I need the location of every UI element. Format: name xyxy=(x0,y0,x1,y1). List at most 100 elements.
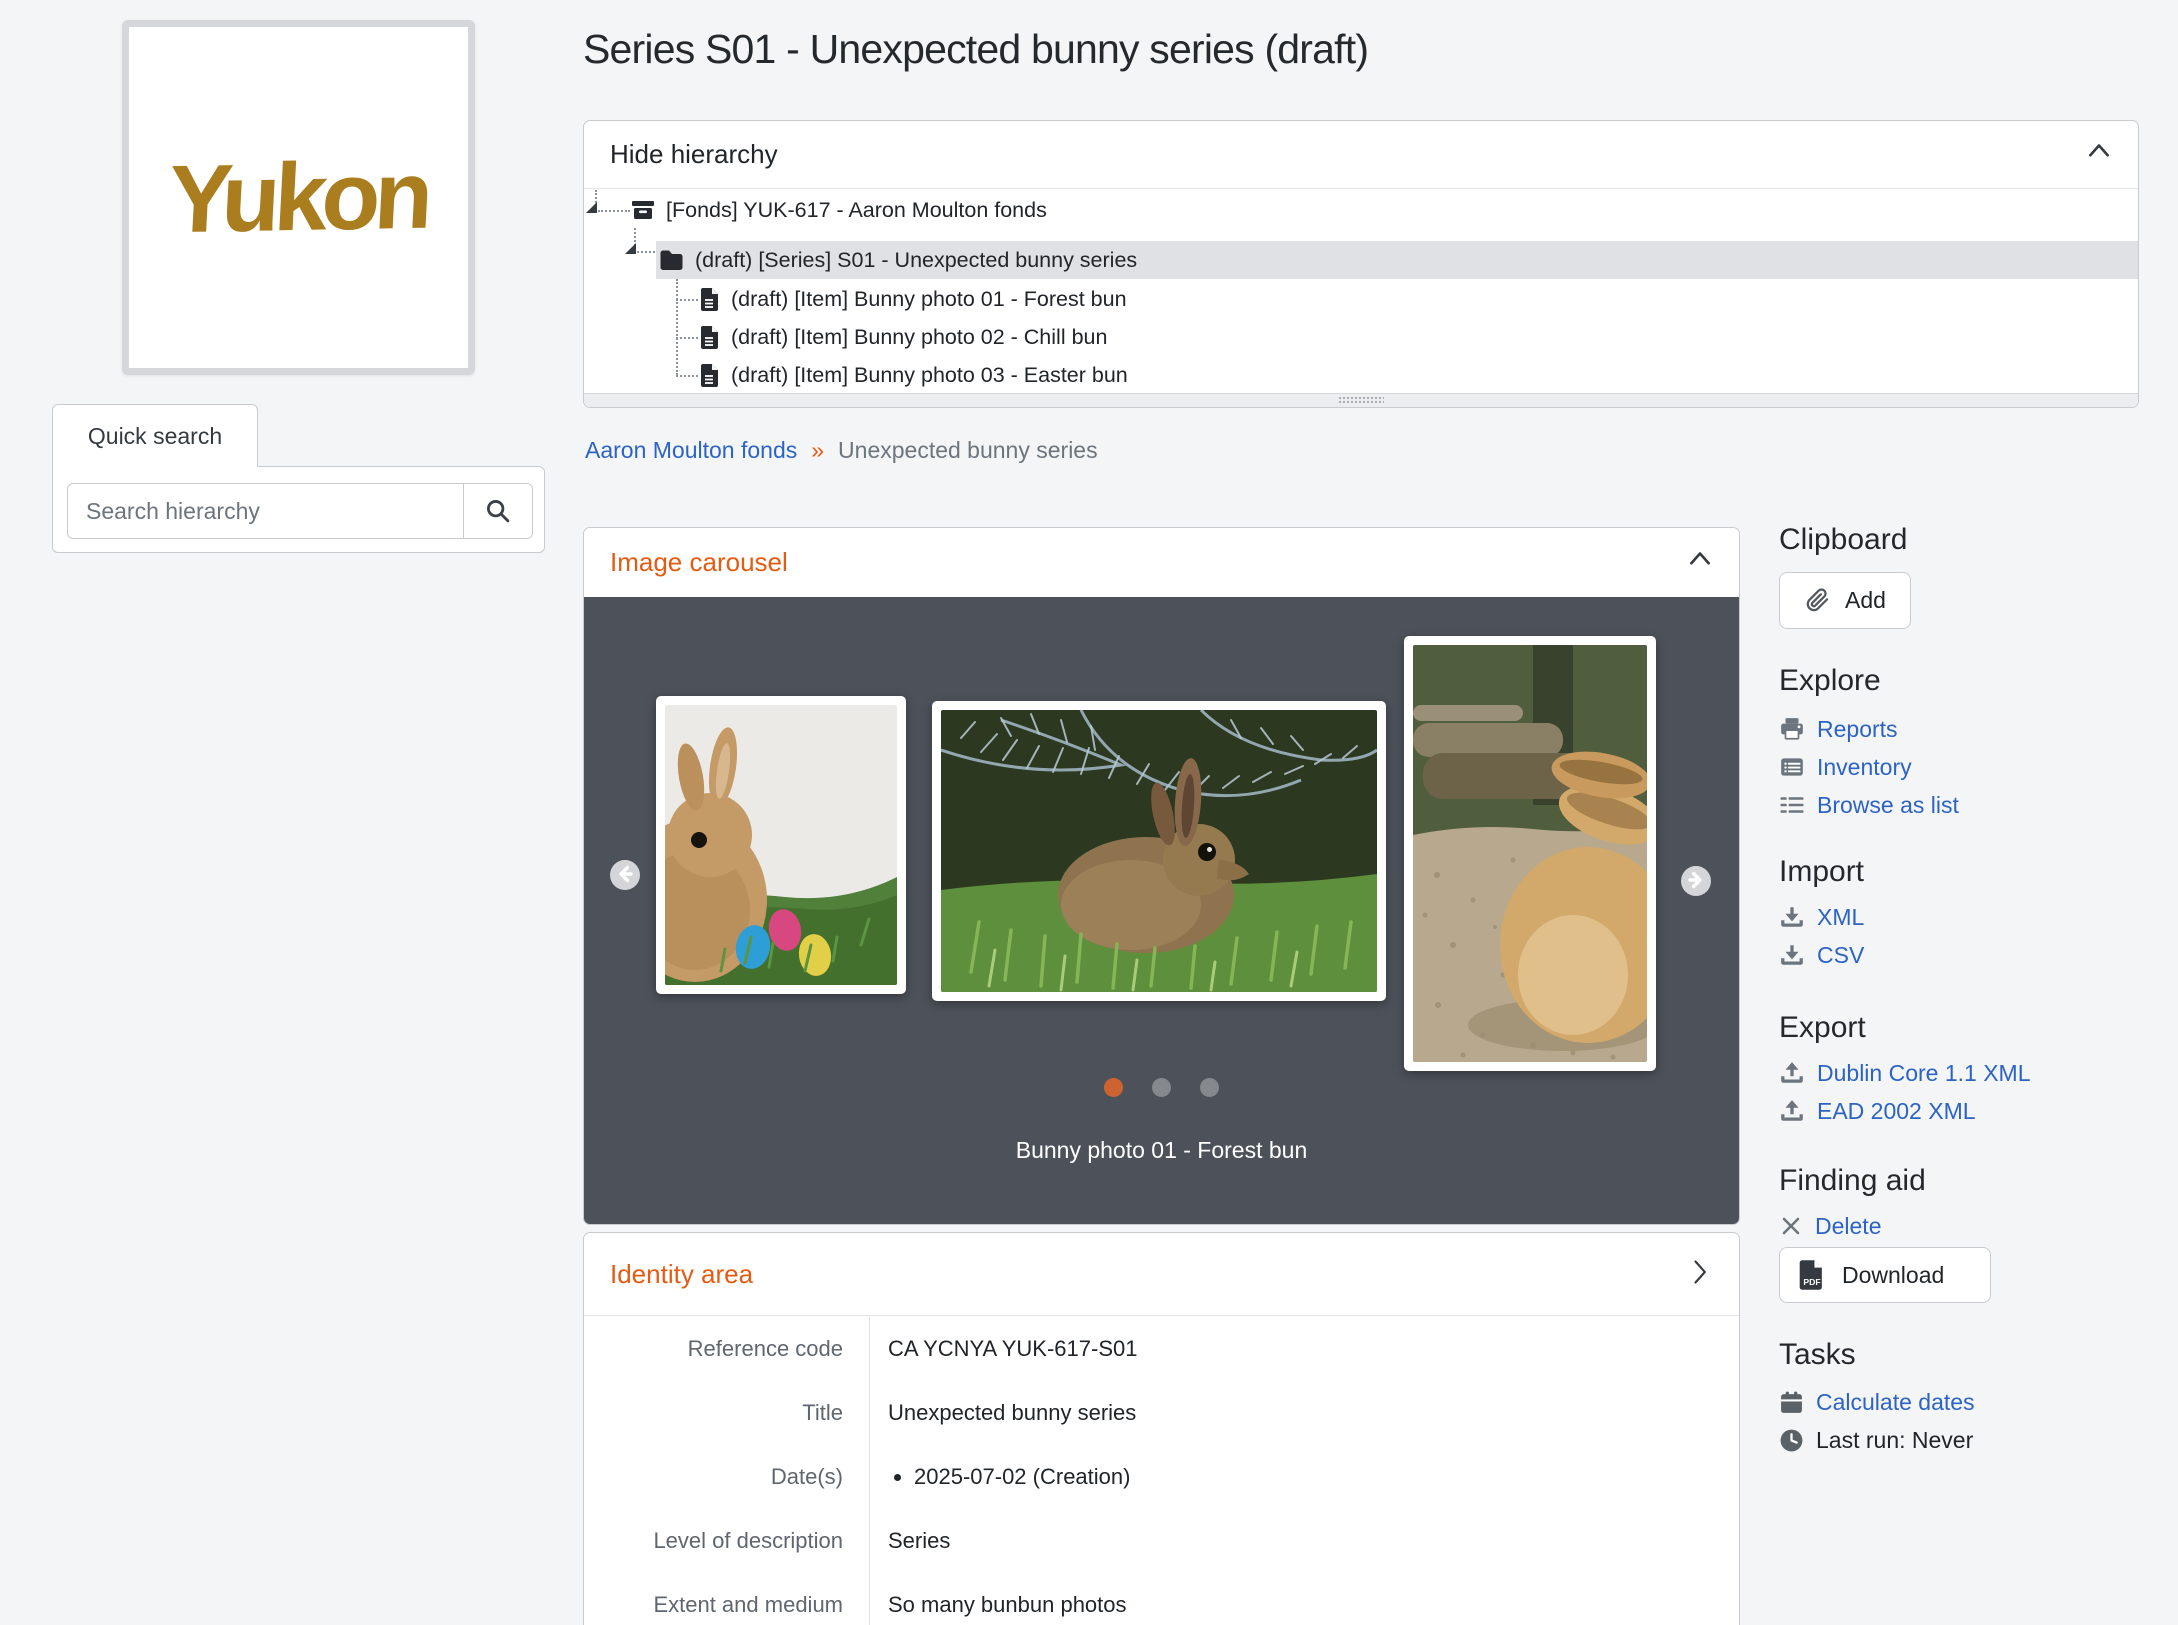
file-icon xyxy=(700,363,720,388)
quick-search-tab-label: Quick search xyxy=(88,423,222,450)
calculate-dates-link[interactable]: Calculate dates xyxy=(1816,1389,1975,1416)
tree-node-fonds[interactable]: [Fonds] YUK-617 - Aaron Moulton fonds xyxy=(631,191,1047,229)
identity-area-toggle[interactable]: Identity area xyxy=(584,1233,1739,1316)
carousel-next-button[interactable] xyxy=(1681,866,1711,896)
carousel-slide-easter-bunny[interactable] xyxy=(656,696,906,994)
hierarchy-treeview: [Fonds] YUK-617 - Aaron Moulton fonds (d… xyxy=(584,190,2138,395)
download-icon xyxy=(1779,904,1805,930)
table-row: Extent and medium So many bunbun photos xyxy=(584,1573,1739,1625)
file-icon xyxy=(700,287,720,312)
tasks-calculate-dates[interactable]: Calculate dates xyxy=(1779,1383,2159,1421)
identity-table: Reference code CA YCNYA YUK-617-S01 Titl… xyxy=(584,1317,1739,1625)
page-title: Series S01 - Unexpected bunny series (dr… xyxy=(583,26,1740,73)
carousel-slide-rear-bunny[interactable] xyxy=(1404,636,1656,1071)
treeview-resize-handle[interactable] xyxy=(584,393,2138,407)
tree-connector xyxy=(676,299,698,301)
import-xml-link[interactable]: XML xyxy=(1817,904,1864,931)
calendar-icon xyxy=(1779,1390,1804,1415)
tree-node-label: [Fonds] YUK-617 - Aaron Moulton fonds xyxy=(666,198,1047,223)
import-heading: Import xyxy=(1779,854,2159,890)
import-csv[interactable]: CSV xyxy=(1779,936,2159,974)
import-csv-link[interactable]: CSV xyxy=(1817,942,1864,969)
chevron-right-icon xyxy=(1685,1258,1713,1291)
tab-quick-search[interactable]: Quick search xyxy=(52,404,258,467)
carousel-dot-3[interactable] xyxy=(1200,1078,1219,1097)
upload-icon xyxy=(1779,1060,1805,1086)
grip-icon xyxy=(1338,396,1384,405)
hide-hierarchy-label: Hide hierarchy xyxy=(610,139,778,170)
explore-heading: Explore xyxy=(1779,663,2159,699)
institution-logo-link[interactable]: Yukon xyxy=(122,20,475,375)
pdf-file-icon: PDF xyxy=(1798,1259,1826,1291)
reports-link[interactable]: Reports xyxy=(1817,716,1898,743)
tree-node-series[interactable]: (draft) [Series] S01 - Unexpected bunny … xyxy=(659,241,1137,279)
tree-node-item[interactable]: (draft) [Item] Bunny photo 01 - Forest b… xyxy=(700,280,1127,318)
add-button-label: Add xyxy=(1845,587,1886,614)
tree-node-item[interactable]: (draft) [Item] Bunny photo 03 - Easter b… xyxy=(700,356,1128,394)
date-value: 2025-07-02 (Creation) xyxy=(914,1464,1130,1490)
explore-browse-as-list[interactable]: Browse as list xyxy=(1779,786,2159,824)
hide-hierarchy-toggle[interactable]: Hide hierarchy xyxy=(584,121,2138,189)
carousel-prev-button[interactable] xyxy=(610,860,640,890)
download-icon xyxy=(1779,942,1805,968)
field-label: Reference code xyxy=(584,1336,869,1362)
tree-expander-open[interactable] xyxy=(586,202,597,213)
field-label: Title xyxy=(584,1400,869,1426)
table-row: Title Unexpected bunny series xyxy=(584,1381,1739,1445)
arrow-right-circle-icon xyxy=(1681,865,1711,898)
carousel-slide-forest-bunny[interactable] xyxy=(932,701,1386,1001)
upload-icon xyxy=(1779,1098,1805,1124)
table-row: Reference code CA YCNYA YUK-617-S01 xyxy=(584,1317,1739,1381)
field-value: Unexpected bunny series xyxy=(869,1381,1739,1445)
breadcrumb-current: Unexpected bunny series xyxy=(838,437,1098,464)
hierarchy-panel: Hide hierarchy xyxy=(583,120,2139,408)
yukon-logo: Yukon xyxy=(166,140,430,254)
clock-icon xyxy=(1779,1428,1804,1453)
explore-reports[interactable]: Reports xyxy=(1779,710,2159,748)
carousel-caption: Bunny photo 01 - Forest bun xyxy=(584,1137,1739,1164)
inventory-card-icon xyxy=(1779,754,1805,780)
explore-inventory[interactable]: Inventory xyxy=(1779,748,2159,786)
clipboard-add-button[interactable]: Add xyxy=(1779,572,1911,629)
breadcrumb-separator: » xyxy=(811,437,824,464)
list-icon xyxy=(1779,792,1805,818)
carousel-stage: Bunny photo 01 - Forest bun xyxy=(584,597,1739,1224)
folder-icon xyxy=(659,249,684,271)
download-button-label: Download xyxy=(1842,1262,1944,1289)
finding-aid-delete[interactable]: Delete xyxy=(1779,1207,2159,1245)
field-label: Date(s) xyxy=(584,1464,869,1490)
export-ead-link[interactable]: EAD 2002 XML xyxy=(1817,1098,1976,1125)
browse-as-list-link[interactable]: Browse as list xyxy=(1817,792,1959,819)
image-carousel-panel: Image carousel xyxy=(583,527,1740,1225)
atom-archival-description-page: Yukon Quick search Series S01 - Unexpect… xyxy=(0,0,2178,1625)
paperclip-icon xyxy=(1804,587,1831,614)
file-icon xyxy=(700,325,720,350)
table-row: Level of description Series xyxy=(584,1509,1739,1573)
tree-connector xyxy=(637,251,655,253)
inventory-link[interactable]: Inventory xyxy=(1817,754,1912,781)
tree-expander-open[interactable] xyxy=(625,243,636,254)
search-button[interactable] xyxy=(463,484,532,538)
carousel-dot-1[interactable] xyxy=(1104,1078,1123,1097)
field-value: CA YCNYA YUK-617-S01 xyxy=(869,1317,1739,1381)
search-icon xyxy=(484,497,512,525)
export-dublin-core[interactable]: Dublin Core 1.1 XML xyxy=(1779,1054,2159,1092)
search-input[interactable] xyxy=(68,484,463,538)
tasks-last-run: Last run: Never xyxy=(1779,1421,2159,1459)
tree-node-label: (draft) [Item] Bunny photo 02 - Chill bu… xyxy=(731,325,1107,350)
printer-icon xyxy=(1779,716,1805,742)
delete-finding-aid-link[interactable]: Delete xyxy=(1815,1213,1881,1240)
image-carousel-toggle[interactable]: Image carousel xyxy=(584,528,1739,596)
tree-node-label: (draft) [Series] S01 - Unexpected bunny … xyxy=(695,248,1137,273)
finding-aid-download-button[interactable]: PDF Download xyxy=(1779,1247,1991,1303)
breadcrumb-parent-link[interactable]: Aaron Moulton fonds xyxy=(585,437,797,464)
chevron-up-icon xyxy=(2086,139,2112,170)
tree-node-label: (draft) [Item] Bunny photo 03 - Easter b… xyxy=(731,363,1128,388)
carousel-dot-2[interactable] xyxy=(1152,1078,1171,1097)
export-ead[interactable]: EAD 2002 XML xyxy=(1779,1092,2159,1130)
import-xml[interactable]: XML xyxy=(1779,898,2159,936)
x-icon xyxy=(1779,1214,1803,1238)
export-dublin-core-link[interactable]: Dublin Core 1.1 XML xyxy=(1817,1060,2031,1087)
tree-node-item[interactable]: (draft) [Item] Bunny photo 02 - Chill bu… xyxy=(700,318,1107,356)
field-label: Level of description xyxy=(584,1528,869,1554)
